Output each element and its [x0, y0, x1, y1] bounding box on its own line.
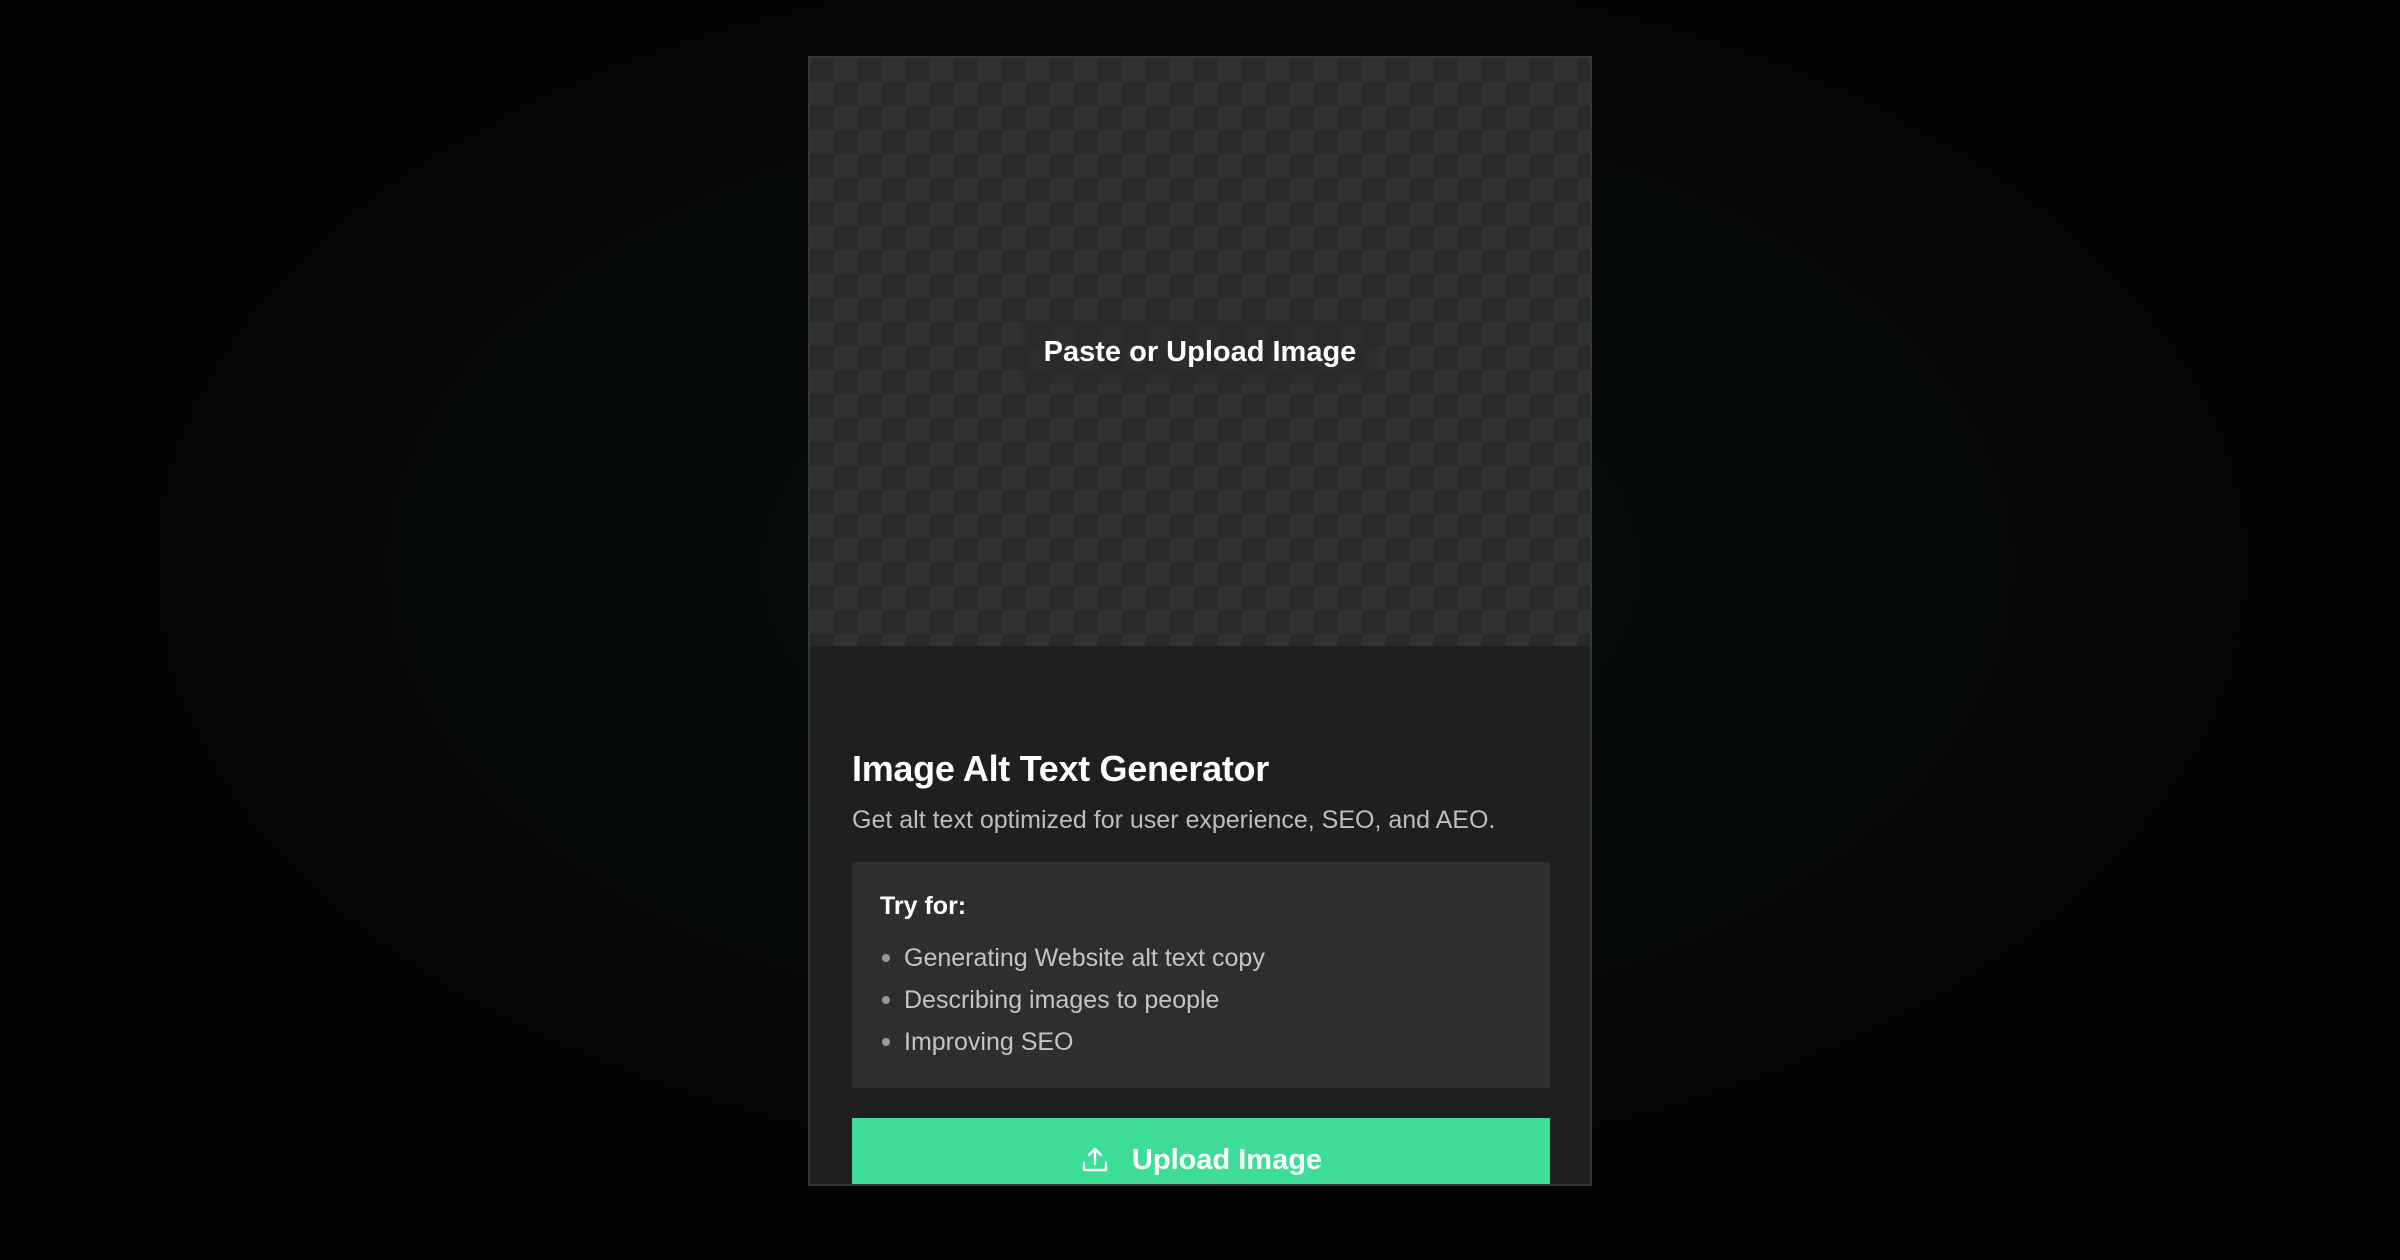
image-dropzone[interactable]: Paste or Upload Image — [810, 58, 1590, 646]
try-for-panel: Try for: Generating Website alt text cop… — [852, 862, 1550, 1088]
list-item: Generating Website alt text copy — [880, 937, 1522, 979]
upload-image-button[interactable]: Upload Image — [852, 1118, 1550, 1184]
try-for-list: Generating Website alt text copy Describ… — [880, 937, 1522, 1063]
page-title: Image Alt Text Generator — [852, 748, 1269, 789]
try-for-heading: Try for: — [880, 892, 967, 920]
list-item: Improving SEO — [880, 1021, 1522, 1063]
list-item: Describing images to people — [880, 979, 1522, 1021]
alt-text-generator-card: Paste or Upload Image Image Alt Text Gen… — [808, 56, 1592, 1186]
dropzone-label: Paste or Upload Image — [1019, 319, 1381, 385]
upload-icon — [1080, 1145, 1110, 1175]
page-background: Paste or Upload Image Image Alt Text Gen… — [0, 0, 2400, 1260]
upload-button-label: Upload Image — [1131, 1143, 1323, 1176]
page-subtitle: Get alt text optimized for user experien… — [852, 806, 1496, 834]
